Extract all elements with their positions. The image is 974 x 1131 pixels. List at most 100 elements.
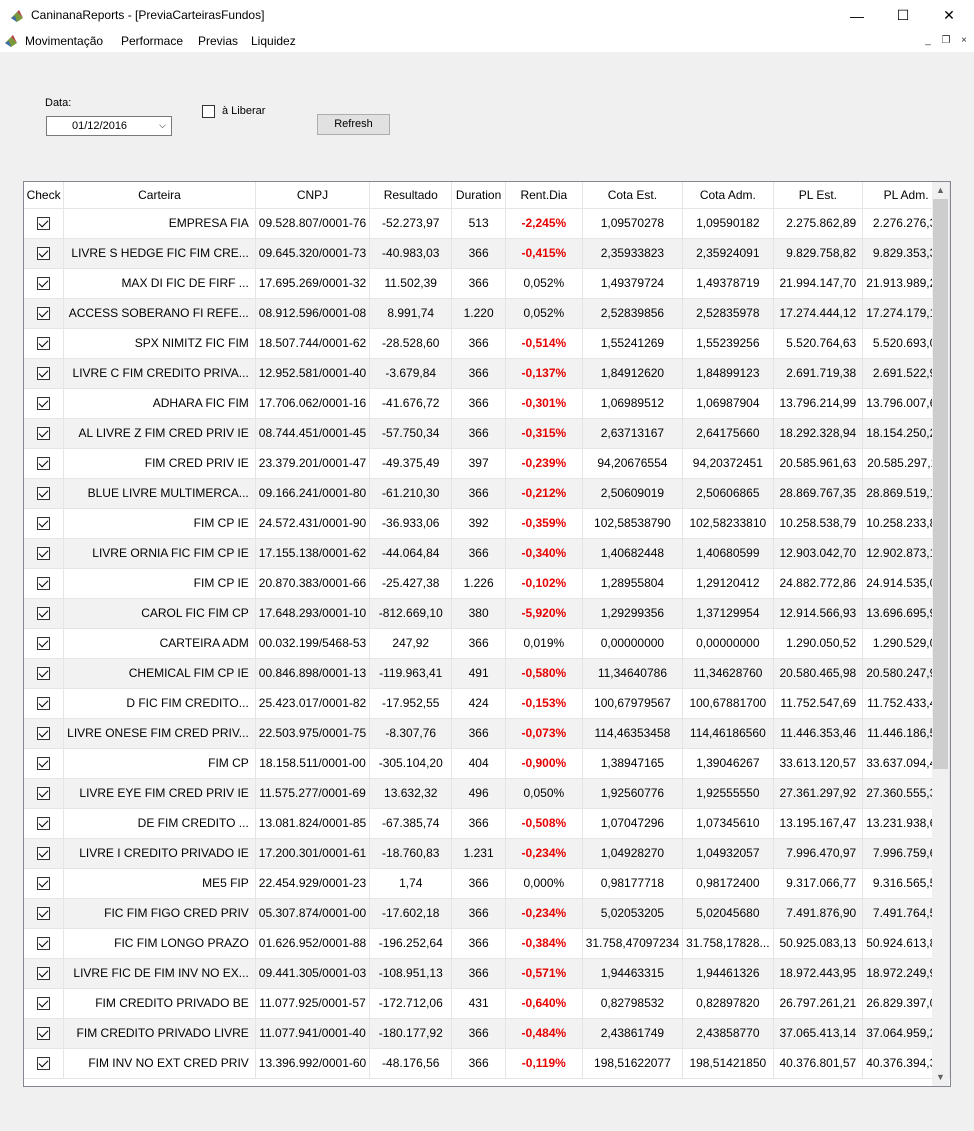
row-checkbox[interactable] [37, 937, 51, 951]
column-header-rent-dia[interactable]: Rent.Dia [505, 182, 583, 209]
mdi-child-icon[interactable] [3, 33, 19, 49]
cell-check[interactable] [24, 478, 65, 509]
row-checkbox[interactable] [37, 877, 51, 891]
cell-check[interactable] [24, 238, 65, 269]
column-header-check[interactable]: Check [24, 182, 65, 209]
table-row[interactable]: ADHARA FIC FIM 17.706.062/0001-16 -41.676,… [24, 388, 950, 419]
row-checkbox[interactable] [37, 757, 51, 771]
row-checkbox[interactable] [37, 307, 51, 321]
column-header-cota-est[interactable]: Cota Est. [582, 182, 684, 209]
cell-check[interactable] [24, 1048, 65, 1079]
table-row[interactable]: FIM CREDITO PRIVADO BE 11.077.925/0001-57… [24, 988, 950, 1019]
table-row[interactable]: CARTEIRA ADM 00.032.199/5468-53 247,92 366 0… [24, 628, 950, 659]
column-header-carteira[interactable]: Carteira [63, 182, 256, 209]
liberar-checkbox[interactable] [202, 105, 215, 118]
cell-check[interactable] [24, 598, 65, 629]
table-row[interactable]: SPX NIMITZ FIC FIM 18.507.744/0001-62 -28.… [24, 328, 950, 359]
cell-check[interactable] [24, 538, 65, 569]
table-row[interactable]: CHEMICAL FIM CP IE 00.846.898/0001-13 -119… [24, 658, 950, 689]
row-checkbox[interactable] [37, 967, 51, 981]
row-checkbox[interactable] [37, 517, 51, 531]
table-row[interactable]: FIM INV NO EXT CRED PRIV 13.396.992/0001-… [24, 1048, 950, 1079]
cell-check[interactable] [24, 268, 65, 299]
row-checkbox[interactable] [37, 547, 51, 561]
cell-check[interactable] [24, 808, 65, 839]
scroll-down-icon[interactable]: ▼ [932, 1069, 949, 1086]
table-row[interactable]: LIVRE ONESE FIM CRED PRIV... 22.503.975/0… [24, 718, 950, 749]
minimize-button[interactable]: — [834, 0, 880, 31]
row-checkbox[interactable] [37, 487, 51, 501]
table-row[interactable]: FIM CREDITO PRIVADO LIVRE 11.077.941/0001… [24, 1018, 950, 1049]
table-row[interactable]: ME5 FIP 22.454.929/0001-23 1,74 366 0,000% 0,… [24, 868, 950, 899]
table-row[interactable]: MAX DI FIC DE FIRF ... 17.695.269/0001-32… [24, 268, 950, 299]
cell-check[interactable] [24, 658, 65, 689]
cell-check[interactable] [24, 388, 65, 419]
row-checkbox[interactable] [37, 367, 51, 381]
table-row[interactable]: EMPRESA FIA 09.528.807/0001-76 -52.273,97 5… [24, 208, 950, 239]
row-checkbox[interactable] [37, 847, 51, 861]
table-row[interactable]: FIM CP IE 24.572.431/0001-90 -36.933,06 392… [24, 508, 950, 539]
close-button[interactable]: ✕ [926, 0, 972, 31]
cell-check[interactable] [24, 328, 65, 359]
row-checkbox[interactable] [37, 577, 51, 591]
table-row[interactable]: LIVRE FIC DE FIM INV NO EX... 09.441.305/… [24, 958, 950, 989]
cell-check[interactable] [24, 298, 65, 329]
cell-check[interactable] [24, 988, 65, 1019]
table-row[interactable]: LIVRE S HEDGE FIC FIM CRE... 09.645.320/0… [24, 238, 950, 269]
cell-check[interactable] [24, 628, 65, 659]
column-header-cota-adm[interactable]: Cota Adm. [682, 182, 774, 209]
table-row[interactable]: LIVRE EYE FIM CRED PRIV IE 11.575.277/000… [24, 778, 950, 809]
date-picker[interactable]: 01/12/2016 ⌵ [46, 116, 172, 136]
cell-check[interactable] [24, 868, 65, 899]
row-checkbox[interactable] [37, 427, 51, 441]
row-checkbox[interactable] [37, 997, 51, 1011]
column-header-cnpj[interactable]: CNPJ [255, 182, 371, 209]
cell-check[interactable] [24, 448, 65, 479]
row-checkbox[interactable] [37, 607, 51, 621]
row-checkbox[interactable] [37, 817, 51, 831]
cell-check[interactable] [24, 508, 65, 539]
row-checkbox[interactable] [37, 397, 51, 411]
column-header-resultado[interactable]: Resultado [369, 182, 453, 209]
table-row[interactable]: BLUE LIVRE MULTIMERCA... 09.166.241/0001-… [24, 478, 950, 509]
table-row[interactable]: FIM CP 18.158.511/0001-00 -305.104,20 404 -0… [24, 748, 950, 779]
menu-previas[interactable]: Previas [198, 34, 238, 48]
cell-check[interactable] [24, 418, 65, 449]
menu-liquidez[interactable]: Liquidez [251, 34, 296, 48]
table-row[interactable]: FIM CRED PRIV IE 23.379.201/0001-47 -49.37… [24, 448, 950, 479]
mdi-close-button[interactable]: × [956, 34, 972, 48]
cell-check[interactable] [24, 958, 65, 989]
row-checkbox[interactable] [37, 727, 51, 741]
table-row[interactable]: AL LIVRE Z FIM CRED PRIV IE 08.744.451/00… [24, 418, 950, 449]
funds-grid[interactable]: Check Carteira CNPJ Resultado Duration Rent.D… [23, 181, 951, 1087]
scroll-up-icon[interactable]: ▲ [932, 182, 949, 199]
cell-check[interactable] [24, 838, 65, 869]
table-row[interactable]: LIVRE ORNIA FIC FIM CP IE 17.155.138/0001… [24, 538, 950, 569]
row-checkbox[interactable] [37, 1027, 51, 1041]
table-row[interactable]: ACCESS SOBERANO FI REFE... 08.912.596/000… [24, 298, 950, 329]
row-checkbox[interactable] [37, 217, 51, 231]
row-checkbox[interactable] [37, 277, 51, 291]
row-checkbox[interactable] [37, 787, 51, 801]
row-checkbox[interactable] [37, 457, 51, 471]
table-row[interactable]: FIC FIM LONGO PRAZO 01.626.952/0001-88 -19… [24, 928, 950, 959]
table-row[interactable]: CAROL FIC FIM CP 17.648.293/0001-10 -812.6… [24, 598, 950, 629]
scroll-thumb[interactable] [933, 199, 948, 769]
cell-check[interactable] [24, 1018, 65, 1049]
vertical-scrollbar[interactable]: ▲ ▼ [932, 182, 949, 1086]
table-row[interactable]: FIM CP IE 20.870.383/0001-66 -25.427,38 1.2… [24, 568, 950, 599]
mdi-minimize-button[interactable]: _ [920, 34, 936, 48]
cell-check[interactable] [24, 568, 65, 599]
table-row[interactable]: LIVRE C FIM CREDITO PRIVA... 12.952.581/0… [24, 358, 950, 389]
table-row[interactable]: D FIC FIM CREDITO... 25.423.017/0001-82 -1… [24, 688, 950, 719]
row-checkbox[interactable] [37, 697, 51, 711]
row-checkbox[interactable] [37, 247, 51, 261]
cell-check[interactable] [24, 688, 65, 719]
cell-check[interactable] [24, 898, 65, 929]
table-row[interactable]: FIC FIM FIGO CRED PRIV 05.307.874/0001-00… [24, 898, 950, 929]
chevron-down-icon[interactable]: ⌵ [159, 120, 166, 131]
cell-check[interactable] [24, 208, 65, 239]
cell-check[interactable] [24, 718, 65, 749]
cell-check[interactable] [24, 778, 65, 809]
maximize-button[interactable]: ☐ [880, 0, 926, 31]
